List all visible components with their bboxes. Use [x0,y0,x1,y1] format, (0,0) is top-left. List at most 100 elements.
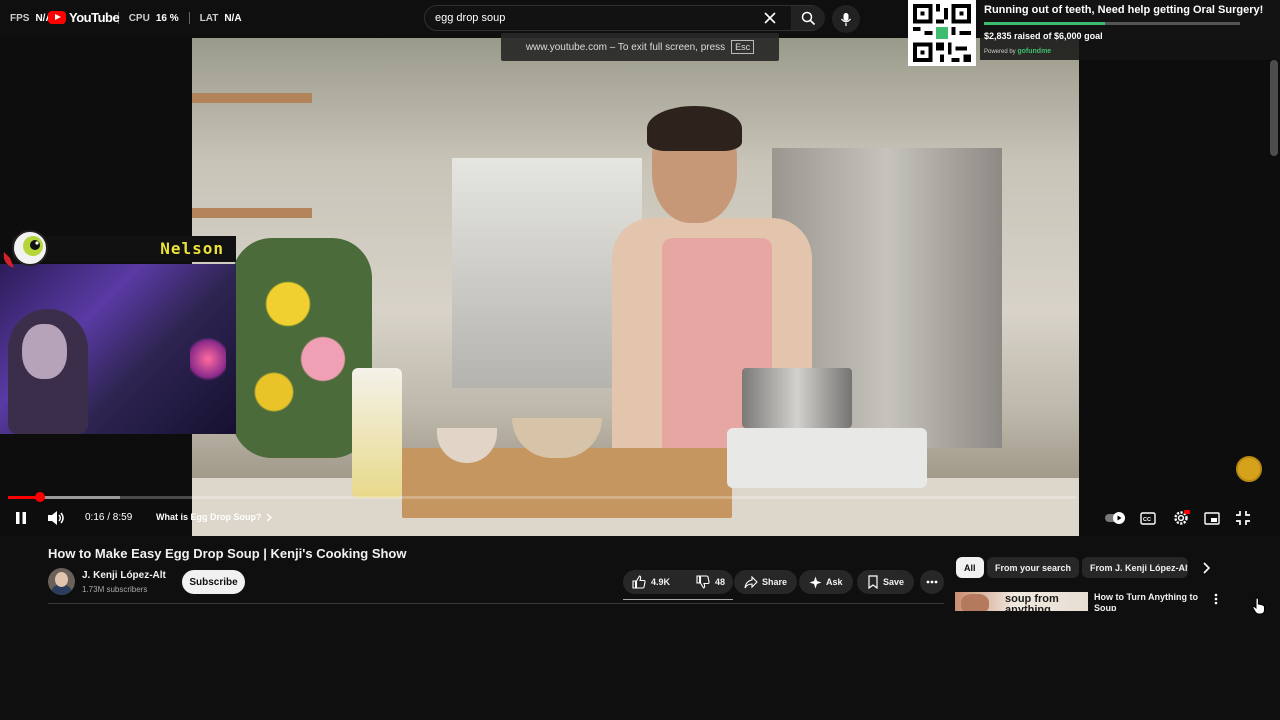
fullscreen-exit-notice: www.youtube.com – To exit full screen, p… [501,33,779,61]
miniplayer-button[interactable] [1202,508,1222,528]
pause-button[interactable] [12,508,30,528]
lat-value: N/A [224,12,242,24]
webcam-feed [0,264,236,434]
streamer-name: Nelson [160,239,224,258]
chevron-right-icon [1203,562,1211,574]
channel-avatar[interactable] [48,568,75,595]
microphone-icon [840,12,852,26]
settings-button[interactable] [1170,508,1192,528]
thumbs-down-icon [696,575,710,589]
gofundme-progress-bar [984,22,1240,25]
search-bar [424,5,825,31]
exit-fullscreen-icon [1236,511,1250,525]
chip-all[interactable]: All [956,557,984,578]
section-divider [48,603,944,604]
chef-hair [647,106,742,151]
subscriber-count: 1.73M subscribers [82,585,148,594]
thumbnail-caption: soup from anything [1005,593,1059,612]
search-icon [801,11,815,25]
oil-bottle [352,368,402,498]
portable-stove [727,428,927,488]
gofundme-raised: $2,835 raised of $6,000 goal [984,31,1103,41]
svg-text:CC: CC [1143,517,1151,523]
mascot-eye-icon [3,230,48,268]
fullscreen-notice-text: www.youtube.com – To exit full screen, p… [525,41,726,53]
gofundme-panel: Running out of teeth, Need help getting … [980,0,1280,60]
lat-label: LAT [199,12,219,24]
video-player[interactable]: Nelson 0:16 / 8:59 What is Egg Drop Soup… [0,38,1280,536]
save-button[interactable]: Save [857,570,915,594]
chip-from-your-search[interactable]: From your search [987,557,1080,578]
dislike-button[interactable]: 48 [687,570,734,594]
more-horizontal-icon [926,580,938,584]
captions-icon: CC [1140,511,1156,525]
streamer-webcam: Nelson [0,230,236,434]
fps-label: FPS [10,12,30,24]
powered-by-label: Powered by [984,49,1016,55]
share-label: Share [762,577,788,587]
chapter-button[interactable]: What is Egg Drop Soup? [150,506,282,528]
esc-key-badge: Esc [731,40,755,54]
video-frame [192,38,1079,536]
search-button[interactable] [791,6,825,30]
share-button[interactable]: Share [734,570,798,594]
shelf [192,208,312,218]
like-dislike-group: 4.9K 48 [623,570,733,594]
clear-search-icon[interactable] [763,11,777,25]
share-icon [744,575,758,588]
chapter-title: What is Egg Drop Soup? [156,512,262,522]
ask-label: Ask [826,577,843,587]
page-scrollbar[interactable] [1270,60,1278,156]
gofundme-title: Running out of teeth, Need help getting … [984,4,1264,16]
rgb-light [190,334,226,384]
ask-button[interactable]: Ask [799,570,853,594]
related-video-menu-button[interactable] [1210,592,1222,606]
gofundme-brand: gofundme [1017,48,1052,55]
time-display: 0:16 / 8:59 [85,512,133,523]
like-button[interactable]: 4.9K [623,570,679,594]
related-video-title[interactable]: How to Turn Anything to Soup [1094,592,1206,611]
voice-search-button[interactable] [832,5,860,33]
volume-button[interactable] [46,508,66,528]
progress-scrubber[interactable] [34,492,45,502]
hand-cursor-icon [1252,597,1265,615]
miniplayer-icon [1204,511,1220,525]
captions-button[interactable]: CC [1138,508,1158,528]
gear-icon [1174,510,1190,525]
more-actions-button[interactable] [920,570,944,594]
thumbs-up-icon [632,575,646,589]
overlay-orb-icon [1236,456,1262,482]
like-bar [623,599,733,600]
gofundme-overlay: Running out of teeth, Need help getting … [908,0,1280,66]
pause-icon [16,512,26,524]
like-count: 4.9K [651,577,671,587]
chips-next-button[interactable] [1198,560,1214,576]
search-input[interactable] [435,12,755,24]
save-label: Save [883,577,905,587]
stats-divider [188,12,190,24]
cpu-label: CPU [128,12,150,24]
autoplay-toggle[interactable] [1104,508,1128,528]
youtube-logo[interactable]: YouTube [48,10,120,25]
shelf [192,93,312,103]
chevron-right-icon [266,513,272,521]
gofundme-progress-fill [984,22,1105,25]
flower-arrangement [232,238,372,458]
dislike-count: 48 [715,577,726,587]
cpu-value: 16 % [155,12,179,24]
performance-stats: FPS N/A CPU 16 % LAT N/A [10,12,242,24]
autoplay-toggle-icon [1105,512,1125,524]
video-progress-bar[interactable] [8,492,1076,502]
bookmark-icon [868,575,878,589]
saucepan [742,368,852,428]
qr-code [908,0,976,66]
channel-name[interactable]: J. Kenji López-Alt [82,570,166,581]
exit-fullscreen-button[interactable] [1232,508,1254,528]
chip-from-channel[interactable]: From J. Kenji López-Alt [1082,557,1188,578]
more-vertical-icon [1214,593,1218,605]
volume-icon [48,511,64,525]
related-video-thumbnail[interactable]: soup from anything [955,592,1088,611]
youtube-logo-text: YouTube [69,10,120,25]
subscribe-button[interactable]: Subscribe [182,570,245,594]
youtube-play-icon [48,11,66,24]
